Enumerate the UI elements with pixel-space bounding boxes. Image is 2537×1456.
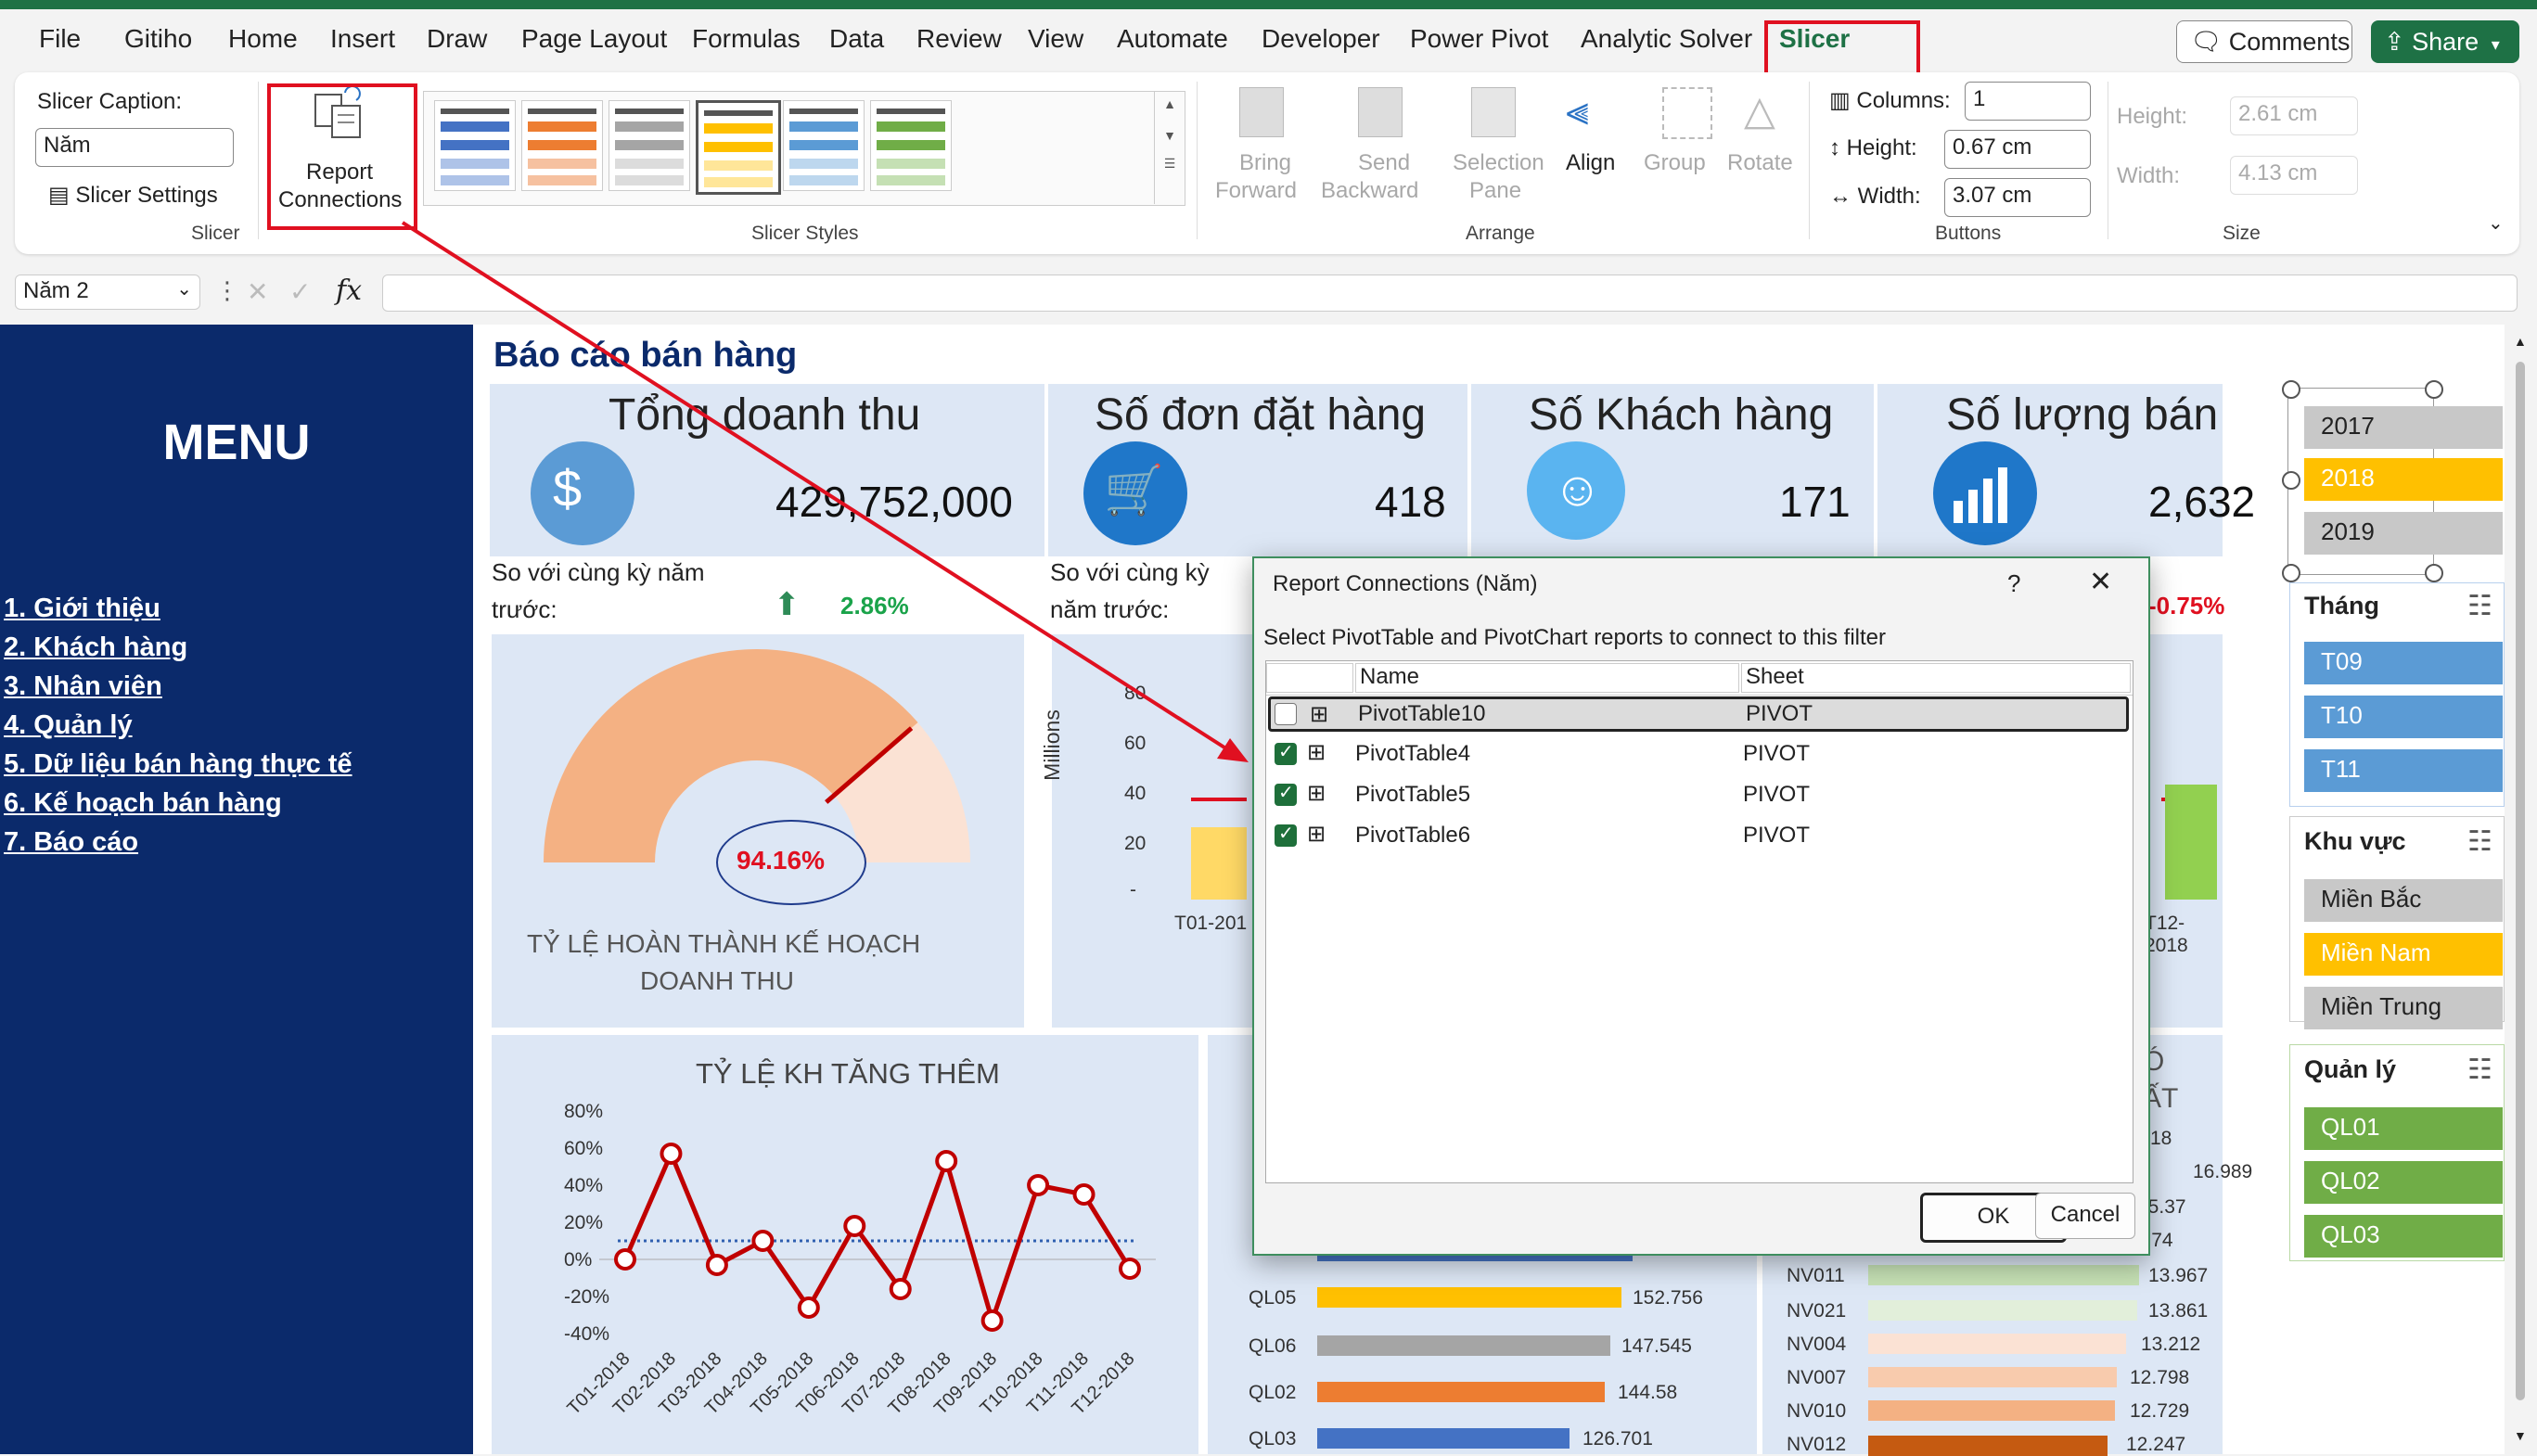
annotation-arrow [401,221,1249,762]
